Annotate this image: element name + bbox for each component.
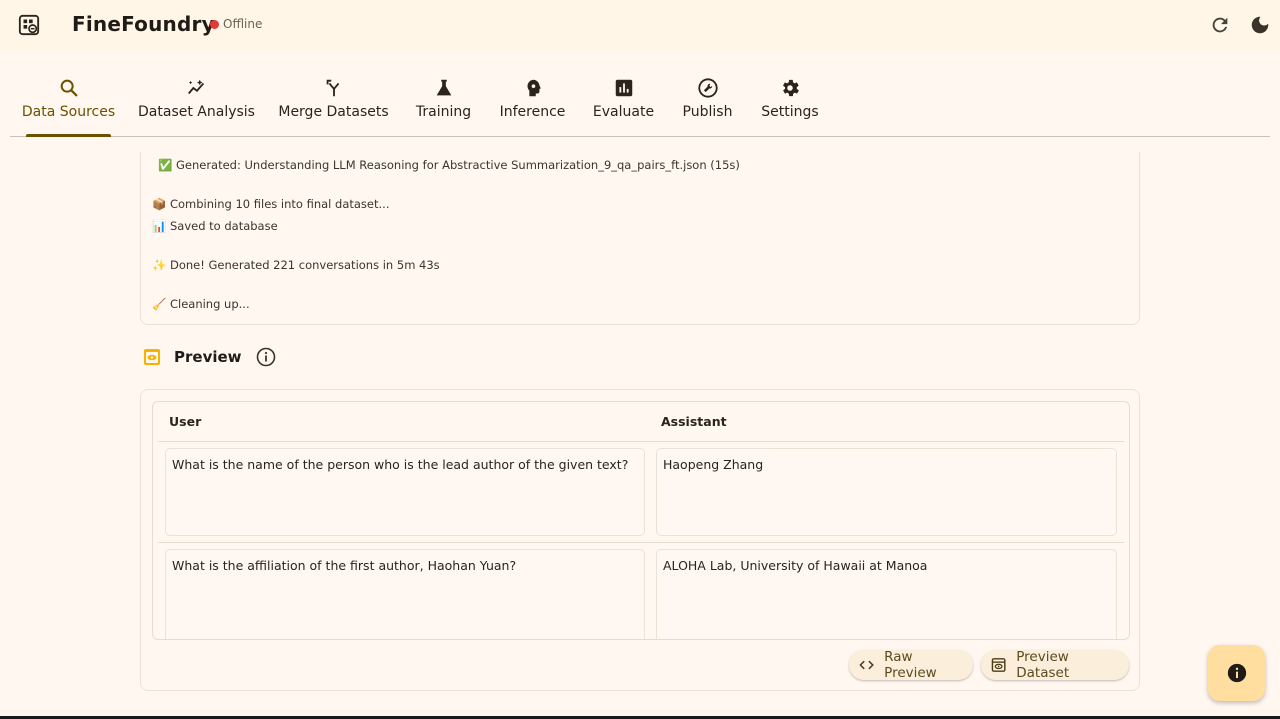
raw-preview-button[interactable]: Raw Preview [849, 649, 973, 681]
active-tab-indicator [26, 134, 111, 137]
brain-head-icon [527, 79, 541, 97]
preview-dataset-label: Preview Dataset [1016, 649, 1070, 681]
preview-card: User Assistant What is the name of the p… [140, 389, 1140, 691]
preview-icon [143, 347, 161, 367]
tab-inference[interactable]: Inference [499, 72, 566, 136]
log-line: 📊 Saved to database [152, 219, 278, 233]
user-cell[interactable]: What is the affiliation of the first aut… [165, 549, 645, 639]
tab-evaluate[interactable]: Evaluate [592, 72, 655, 136]
info-icon [256, 347, 276, 367]
tab-label: Inference [499, 104, 566, 120]
app-bar: FineFoundry Offline [0, 0, 1280, 52]
status-text: Offline [223, 17, 263, 31]
preview-info-button[interactable] [256, 347, 276, 367]
column-header-user: User [169, 414, 202, 429]
app-logo-icon [18, 14, 40, 36]
tab-publish[interactable]: Publish [683, 72, 732, 136]
log-line: ✅ Generated: Understanding LLM Reasoning… [158, 158, 740, 172]
connection-status: Offline [210, 17, 262, 31]
tab-data-sources[interactable]: Data Sources [22, 72, 115, 136]
build-icon [697, 78, 718, 98]
raw-preview-label: Raw Preview [884, 649, 937, 681]
assistant-cell[interactable]: Haopeng Zhang [656, 448, 1117, 536]
assistant-cell[interactable]: ALOHA Lab, University of Hawaii at Manoa [656, 549, 1117, 639]
log-line: 📦 Combining 10 files into final dataset.… [152, 197, 390, 211]
tab-label: Data Sources [21, 104, 116, 120]
log-line: 🧹 Cleaning up... [152, 297, 250, 311]
status-dot [210, 19, 219, 29]
column-header-assistant: Assistant [661, 414, 727, 429]
preview-dataset-button[interactable]: Preview Dataset [981, 649, 1129, 681]
tab-training[interactable]: Training [415, 72, 472, 136]
tab-label: Merge Datasets [278, 104, 389, 120]
gear-icon [783, 79, 799, 97]
refresh-icon [1212, 17, 1228, 33]
divider [158, 542, 1124, 543]
dark-mode-button[interactable] [1248, 13, 1272, 37]
tab-merge-datasets[interactable]: Merge Datasets [278, 72, 389, 136]
tab-label: Settings [761, 104, 819, 120]
info-fab[interactable] [1208, 645, 1265, 701]
tab-settings[interactable]: Settings [761, 72, 819, 136]
refresh-button[interactable] [1208, 13, 1232, 37]
tab-label: Publish [682, 104, 733, 120]
generation-log[interactable]: ✅ Generated: Understanding LLM Reasoning… [140, 152, 1140, 325]
flask-icon [436, 79, 451, 96]
code-icon [859, 660, 874, 670]
info-icon [1227, 663, 1246, 683]
log-line: ✨ Done! Generated 221 conversations in 5… [152, 258, 440, 272]
user-cell[interactable]: What is the name of the person who is th… [165, 448, 645, 536]
tab-dataset-analysis[interactable]: Dataset Analysis [138, 72, 255, 136]
app-title: FineFoundry [72, 12, 215, 36]
preview-title: Preview [174, 348, 242, 366]
tab-label: Evaluate [592, 104, 655, 120]
auto-graph-icon [187, 79, 204, 95]
tab-label: Dataset Analysis [138, 104, 255, 120]
preview-icon [991, 658, 1006, 672]
divider [158, 441, 1124, 442]
dark-mode-icon [1251, 16, 1269, 34]
tab-label: Training [415, 104, 472, 120]
bar-chart-icon [615, 79, 632, 97]
merge-icon [326, 79, 339, 97]
main-tabs: Data Sources Dataset Analysis Merge Data… [10, 72, 1270, 137]
search-icon [60, 79, 77, 97]
preview-table[interactable]: User Assistant What is the name of the p… [152, 401, 1130, 640]
